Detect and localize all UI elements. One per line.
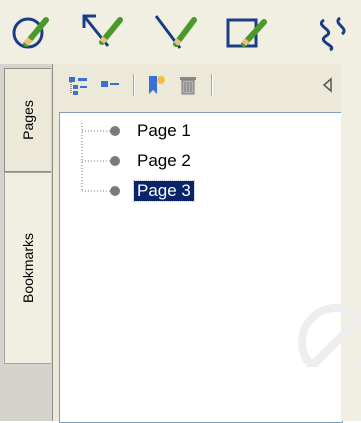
- toolbar-separator: [133, 74, 135, 96]
- page-item-3[interactable]: Page 3: [60, 180, 320, 202]
- delete-icon: [180, 77, 196, 95]
- line-tool-button[interactable]: [148, 6, 198, 56]
- panel-splitter[interactable]: [341, 64, 361, 421]
- tab-bookmarks[interactable]: Bookmarks: [4, 172, 51, 364]
- line-pencil-icon: [154, 15, 197, 49]
- page-item-label: Page 3: [133, 180, 195, 202]
- collapse-panel-icon: [322, 77, 332, 93]
- annotation-toolbar: [0, 0, 361, 65]
- new-bookmark-button[interactable]: [145, 74, 167, 96]
- toolbar-separator: [211, 74, 213, 96]
- ellipse-tool-button[interactable]: [6, 6, 56, 56]
- page-node-icon: [110, 156, 120, 166]
- page-item-label: Page 2: [137, 151, 191, 170]
- page-node-icon: [110, 126, 120, 136]
- delete-button[interactable]: [177, 74, 199, 96]
- page-item-1[interactable]: Page 1: [60, 120, 320, 142]
- panel-toolbar: [53, 64, 361, 104]
- collapse-panel-button[interactable]: [317, 74, 339, 96]
- page-item-2[interactable]: Page 2: [60, 150, 320, 172]
- arrow-tool-button[interactable]: [74, 6, 124, 56]
- collapse-all-icon: [101, 81, 119, 87]
- page-item-label: Page 1: [137, 121, 191, 140]
- tab-bookmarks-label: Bookmarks: [20, 232, 36, 304]
- pages-tree: Page 1 Page 2 Page 3: [59, 112, 343, 423]
- arrow-pencil-icon: [82, 14, 123, 47]
- rectangle-tool-button[interactable]: [218, 6, 268, 56]
- expand-all-button[interactable]: [67, 74, 89, 96]
- tab-pages[interactable]: Pages: [4, 68, 51, 172]
- collapse-all-button[interactable]: [99, 74, 121, 96]
- rectangle-pencil-icon: [226, 18, 267, 48]
- pages-panel: Page 1 Page 2 Page 3: [53, 64, 361, 423]
- freehand-tool-button[interactable]: [310, 6, 361, 56]
- tab-pages-label: Pages: [19, 100, 36, 140]
- ellipse-pencil-icon: [12, 17, 49, 49]
- expand-all-icon: [69, 77, 87, 95]
- page-node-icon: [110, 186, 120, 196]
- freehand-pencil-icon: [320, 16, 346, 52]
- new-bookmark-icon: [149, 76, 165, 94]
- navigation-side-tabs: Pages Bookmarks: [0, 64, 53, 421]
